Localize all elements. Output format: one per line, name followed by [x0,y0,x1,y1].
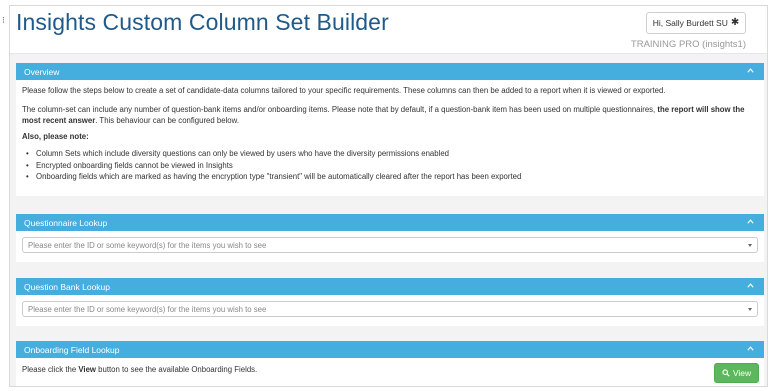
onboarding-instruction-bold: View [78,365,96,374]
caret-down-icon [748,308,752,311]
view-button-label: View [732,368,752,378]
questionnaire-lookup-heading: Questionnaire Lookup [24,217,108,228]
overview-heading: Overview [24,66,60,77]
user-menu-button[interactable]: Hi, Sally Burdett SU ✱ [646,12,746,34]
overview-panel-header[interactable]: Overview [16,63,764,80]
overview-paragraph-1: Please follow the steps below to create … [22,86,666,95]
question-bank-search-select[interactable]: Please enter the ID or some keyword(s) f… [22,301,758,317]
onboarding-instruction: Please click the View button to see the … [22,365,257,374]
list-item: Column Sets which include diversity ques… [26,148,521,160]
caret-down-icon [748,244,752,247]
tenant-label: TRAINING PRO (insights1) [630,39,746,50]
notes-list: Column Sets which include diversity ques… [26,148,521,183]
onboarding-lookup-heading: Onboarding Field Lookup [24,344,120,355]
questionnaire-lookup-header[interactable]: Questionnaire Lookup [16,214,764,231]
chevron-up-icon[interactable] [746,344,755,353]
search-icon [722,369,730,377]
overview-paragraph-2-start: The column-set can include any number of… [22,105,658,114]
page-title: Insights Custom Column Set Builder [16,9,389,35]
also-note-label: Also, please note: [22,132,89,141]
sidebar-toggle-icon[interactable]: ⁝ [2,16,5,25]
onboarding-instruction-end: button to see the available Onboarding F… [95,365,258,374]
onboarding-lookup-header[interactable]: Onboarding Field Lookup [16,341,764,358]
chevron-up-icon[interactable] [746,66,755,75]
overview-paragraph-2: The column-set can include any number of… [22,104,762,126]
question-bank-search-placeholder: Please enter the ID or some keyword(s) f… [28,304,267,314]
gear-icon: ✱ [730,17,740,28]
list-item: Encrypted onboarding fields cannot be vi… [26,160,521,172]
chevron-up-icon[interactable] [746,281,755,290]
question-bank-lookup-header[interactable]: Question Bank Lookup [16,278,764,295]
overview-paragraph-2-end: . This behaviour can be configured below… [95,116,239,125]
list-item: Onboarding fields which are marked as ha… [26,171,521,183]
onboarding-lookup-panel: Onboarding Field Lookup [16,341,764,386]
questionnaire-search-select[interactable]: Please enter the ID or some keyword(s) f… [22,237,758,253]
questionnaire-search-placeholder: Please enter the ID or some keyword(s) f… [28,240,267,250]
user-menu-label: Hi, Sally Burdett SU [652,18,728,28]
question-bank-lookup-heading: Question Bank Lookup [24,281,111,292]
chevron-up-icon[interactable] [746,217,755,226]
view-button[interactable]: View [714,363,759,383]
onboarding-instruction-start: Please click the [22,365,79,374]
